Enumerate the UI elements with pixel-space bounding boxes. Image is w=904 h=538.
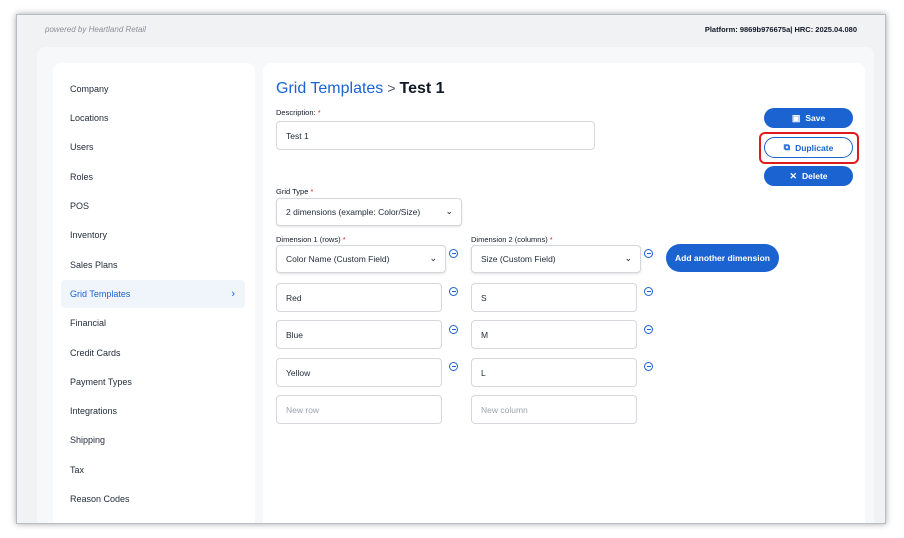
page-title: Test 1: [399, 80, 445, 97]
column-value-input[interactable]: S: [471, 283, 637, 312]
new-column-input[interactable]: New column: [471, 395, 637, 424]
new-row-input[interactable]: New row: [276, 395, 442, 424]
remove-row-icon[interactable]: [449, 362, 458, 371]
save-icon: ▣: [791, 112, 801, 123]
sidebar-item-financial[interactable]: Financial: [61, 309, 245, 337]
top-bar: powered by Heartland Retail Platform: 98…: [17, 15, 885, 45]
sidebar-item-label: Grid Templates: [70, 289, 131, 299]
delete-button[interactable]: ✕ Delete: [764, 166, 853, 186]
sidebar-item-label: Reason Codes: [70, 494, 130, 504]
duplicate-button-label: Duplicate: [795, 142, 834, 153]
remove-dimension2-icon[interactable]: [644, 249, 653, 258]
grid-type-select[interactable]: 2 dimensions (example: Color/Size) ⌄: [276, 198, 462, 226]
sidebar-item-label: Credit Cards: [70, 348, 121, 358]
remove-column-icon[interactable]: [644, 325, 653, 334]
description-label: Description: *: [276, 108, 321, 117]
sidebar-item-integrations[interactable]: Integrations: [61, 397, 245, 425]
sidebar-item-label: Users: [70, 142, 94, 152]
column-value-input[interactable]: M: [471, 320, 637, 349]
sidebar-item-label: POS: [70, 201, 90, 211]
chevron-down-icon: ⌄: [624, 252, 632, 263]
sidebar-item-tax[interactable]: Tax: [61, 456, 245, 484]
duplicate-button[interactable]: ⧉ Duplicate: [764, 137, 853, 158]
chevron-right-icon: ›: [231, 288, 235, 300]
remove-row-icon[interactable]: [449, 287, 458, 296]
dimension2-label: Dimension 2 (columns) *: [471, 235, 553, 244]
sidebar-item-pos[interactable]: POS: [61, 192, 245, 220]
add-dimension-button[interactable]: Add another dimension: [666, 244, 779, 272]
grid-type-label: Grid Type *: [276, 187, 314, 196]
sidebar-item-label: Locations: [70, 113, 109, 123]
grid-type-value: 2 dimensions (example: Color/Size): [286, 207, 421, 217]
chevron-down-icon: ⌄: [445, 205, 453, 216]
column-value-input[interactable]: L: [471, 358, 637, 387]
sidebar-item-label: Integrations: [70, 406, 118, 416]
save-button-label: Save: [805, 113, 826, 123]
sidebar-item-reason-codes[interactable]: Reason Codes: [61, 485, 245, 513]
powered-by-text: powered by Heartland Retail: [45, 25, 146, 34]
chevron-down-icon: ⌄: [429, 252, 437, 263]
sidebar-item-sales-plans[interactable]: Sales Plans: [61, 251, 245, 279]
sidebar-item-label: Payment Types: [70, 377, 132, 387]
dimension2-value: Size (Custom Field): [481, 254, 556, 264]
sidebar-item-label: Shipping: [70, 435, 106, 445]
sidebar-item-label: Roles: [70, 172, 94, 182]
settings-sidebar: Company Locations Users Roles POS Invent…: [53, 63, 255, 523]
sidebar-item-shipping[interactable]: Shipping: [61, 426, 245, 454]
dimension1-label: Dimension 1 (rows) *: [276, 235, 346, 244]
sidebar-item-locations[interactable]: Locations: [61, 104, 245, 132]
row-value-input[interactable]: Red: [276, 283, 442, 312]
copy-icon: ⧉: [783, 142, 791, 152]
sidebar-item-roles[interactable]: Roles: [61, 163, 245, 191]
grid-template-editor: Grid Templates > Test 1 Description: * Tes…: [263, 63, 865, 523]
row-value-input[interactable]: Yellow: [276, 358, 442, 387]
remove-dimension1-icon[interactable]: [449, 249, 458, 258]
remove-column-icon[interactable]: [644, 362, 653, 371]
sidebar-item-label: Financial: [70, 318, 107, 328]
close-icon: ✕: [789, 170, 798, 181]
app-window: powered by Heartland Retail Platform: 98…: [16, 14, 886, 524]
breadcrumb-separator: >: [387, 80, 396, 96]
remove-row-icon[interactable]: [449, 325, 458, 334]
delete-button-label: Delete: [802, 171, 828, 181]
breadcrumb-grid-templates-link[interactable]: Grid Templates: [276, 80, 383, 97]
breadcrumb: Grid Templates > Test 1: [276, 80, 445, 98]
remove-column-icon[interactable]: [644, 287, 653, 296]
sidebar-item-label: Sales Plans: [70, 260, 118, 270]
sidebar-item-company[interactable]: Company: [61, 75, 245, 103]
dimension1-value: Color Name (Custom Field): [286, 254, 390, 264]
sidebar-item-inventory[interactable]: Inventory: [61, 221, 245, 249]
sidebar-item-grid-templates[interactable]: Grid Templates ›: [61, 280, 245, 308]
sidebar-item-label: Inventory: [70, 230, 108, 240]
sidebar-item-payment-types[interactable]: Payment Types: [61, 368, 245, 396]
dimension2-select[interactable]: Size (Custom Field) ⌄: [471, 245, 641, 273]
sidebar-item-users[interactable]: Users: [61, 133, 245, 161]
save-button[interactable]: ▣ Save: [764, 108, 853, 128]
sidebar-item-label: Company: [70, 84, 109, 94]
dimension1-select[interactable]: Color Name (Custom Field) ⌄: [276, 245, 446, 273]
sidebar-item-label: Tax: [70, 465, 85, 475]
description-input[interactable]: Test 1: [276, 121, 595, 150]
sidebar-item-credit-cards[interactable]: Credit Cards: [61, 339, 245, 367]
row-value-input[interactable]: Blue: [276, 320, 442, 349]
platform-version-text: Platform: 9869b976675a| HRC: 2025.04.080: [704, 25, 857, 34]
